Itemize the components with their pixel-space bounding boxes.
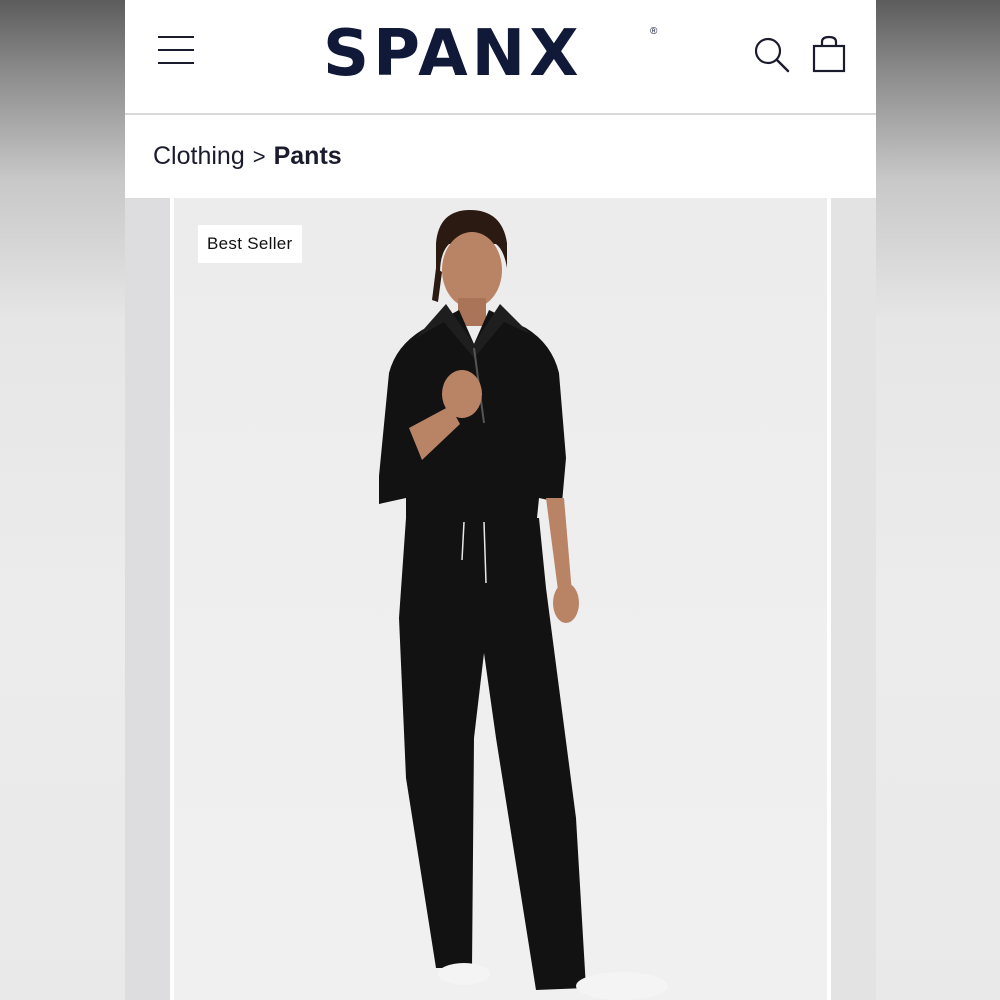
previous-slide-peek[interactable] xyxy=(125,198,170,1000)
product-image-carousel[interactable]: Best Seller xyxy=(125,198,876,1000)
breadcrumb-separator: > xyxy=(252,143,266,169)
background-left xyxy=(0,0,125,1000)
product-image[interactable]: Best Seller xyxy=(174,198,827,1000)
next-slide-peek[interactable] xyxy=(831,198,876,1000)
background-right xyxy=(876,0,1000,1000)
search-icon[interactable] xyxy=(753,36,791,74)
brand-logo[interactable]: SPANX xyxy=(323,14,668,94)
model-illustration xyxy=(379,210,668,1000)
registered-mark: ® xyxy=(650,26,658,37)
breadcrumb: Clothing > Pants xyxy=(125,115,876,198)
breadcrumb-current-page: Pants xyxy=(273,142,342,170)
site-header: SPANX ® xyxy=(125,0,876,115)
shopping-bag-icon[interactable] xyxy=(811,34,847,74)
breadcrumb-clothing-link[interactable]: Clothing xyxy=(153,142,245,171)
menu-icon[interactable] xyxy=(158,36,196,66)
best-seller-badge: Best Seller xyxy=(198,225,302,263)
mobile-page: SPANX ® Clothing > Pants Best Seller xyxy=(125,0,876,1000)
